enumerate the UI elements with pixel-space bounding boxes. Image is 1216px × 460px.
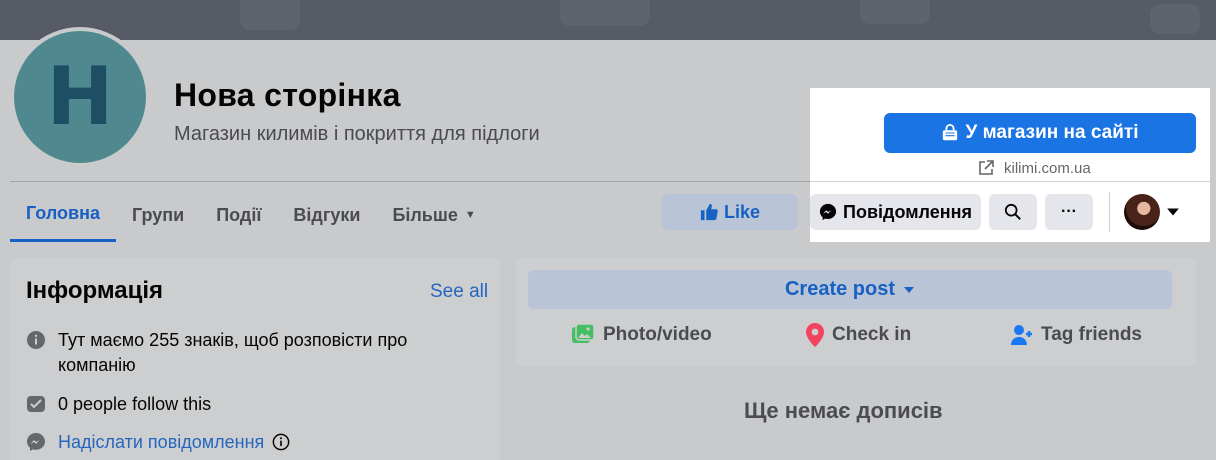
external-link-icon [979,160,994,175]
tag-friends-button[interactable]: Tag friends [1011,322,1142,348]
caret-down-icon: ▼ [464,209,476,221]
see-all-link[interactable]: See all [430,281,488,303]
tab-reviews[interactable]: Відгуки [277,188,376,242]
followers-icon [27,396,45,412]
highlight-divider [810,181,1210,182]
website-url: kilimi.com.ua [1004,159,1091,177]
tab-groups[interactable]: Групи [116,188,200,242]
tab-label: Відгуки [293,204,361,225]
about-title: Інформація [26,277,164,304]
more-options-button[interactable]: ··· [1045,194,1093,230]
page-tabs: Головна Групи Події Відгуки Більше ▼ [10,188,492,242]
tab-label: Групи [132,204,185,225]
shopping-bag-icon [943,124,958,141]
location-pin-icon [806,323,824,347]
action-separator [1109,192,1110,232]
shop-on-website-button[interactable]: У магазин на сайті [884,113,1196,153]
tab-label: Події [216,204,262,225]
messenger-icon [819,203,837,221]
tab-label: Більше [392,204,458,225]
tab-events[interactable]: Події [200,188,277,242]
like-button[interactable]: Like [662,194,798,230]
info-outline-icon[interactable] [272,433,290,451]
thumbs-up-icon [700,203,718,221]
photo-video-button[interactable]: Photo/video [571,322,712,348]
info-icon [27,331,45,349]
website-link[interactable]: kilimi.com.ua [978,158,1091,178]
cover-photo [0,0,1216,40]
message-label: Повідомлення [843,201,972,222]
tab-home[interactable]: Головна [10,188,116,242]
chevron-down-icon [1167,208,1179,216]
chevron-down-icon [904,286,915,293]
tag-friends-icon [1011,325,1032,345]
messenger-icon [27,433,45,451]
shop-label: У магазин на сайті [965,122,1139,143]
followers-row: 0 people follow this [26,392,438,417]
more-icon: ··· [1061,203,1077,220]
page-category: Магазин килимів і покриття для підлоги [174,123,540,145]
user-avatar [1124,194,1160,230]
photo-video-label: Photo/video [603,324,712,345]
page-avatar[interactable]: H [10,27,150,167]
search-button[interactable] [989,194,1037,230]
tag-friends-label: Tag friends [1041,324,1142,345]
tab-label: Головна [26,203,100,223]
check-in-button[interactable]: Check in [806,322,911,348]
followers-count: 0 people follow this [58,394,212,414]
about-description: Тут маємо 255 знаків, щоб розповісти про… [58,330,408,375]
like-label: Like [723,201,761,222]
avatar-letter: H [14,31,146,163]
create-post-label: Create post [784,278,896,300]
about-description-row: Тут маємо 255 знаків, щоб розповісти про… [26,328,438,378]
create-post-button[interactable]: Create post [528,270,1172,309]
page-title: Нова сторінка [174,77,401,113]
profile-switcher[interactable] [1124,194,1186,230]
tab-more[interactable]: Більше ▼ [376,188,491,242]
send-message-row: Надіслати повідомлення [26,430,290,455]
message-button[interactable]: Повідомлення [810,194,981,230]
no-posts-message: Ще немає дописів [744,398,943,423]
send-message-link[interactable]: Надіслати повідомлення [58,430,264,455]
search-icon [1004,203,1021,220]
photo-icon [572,323,595,343]
check-in-label: Check in [832,324,912,345]
